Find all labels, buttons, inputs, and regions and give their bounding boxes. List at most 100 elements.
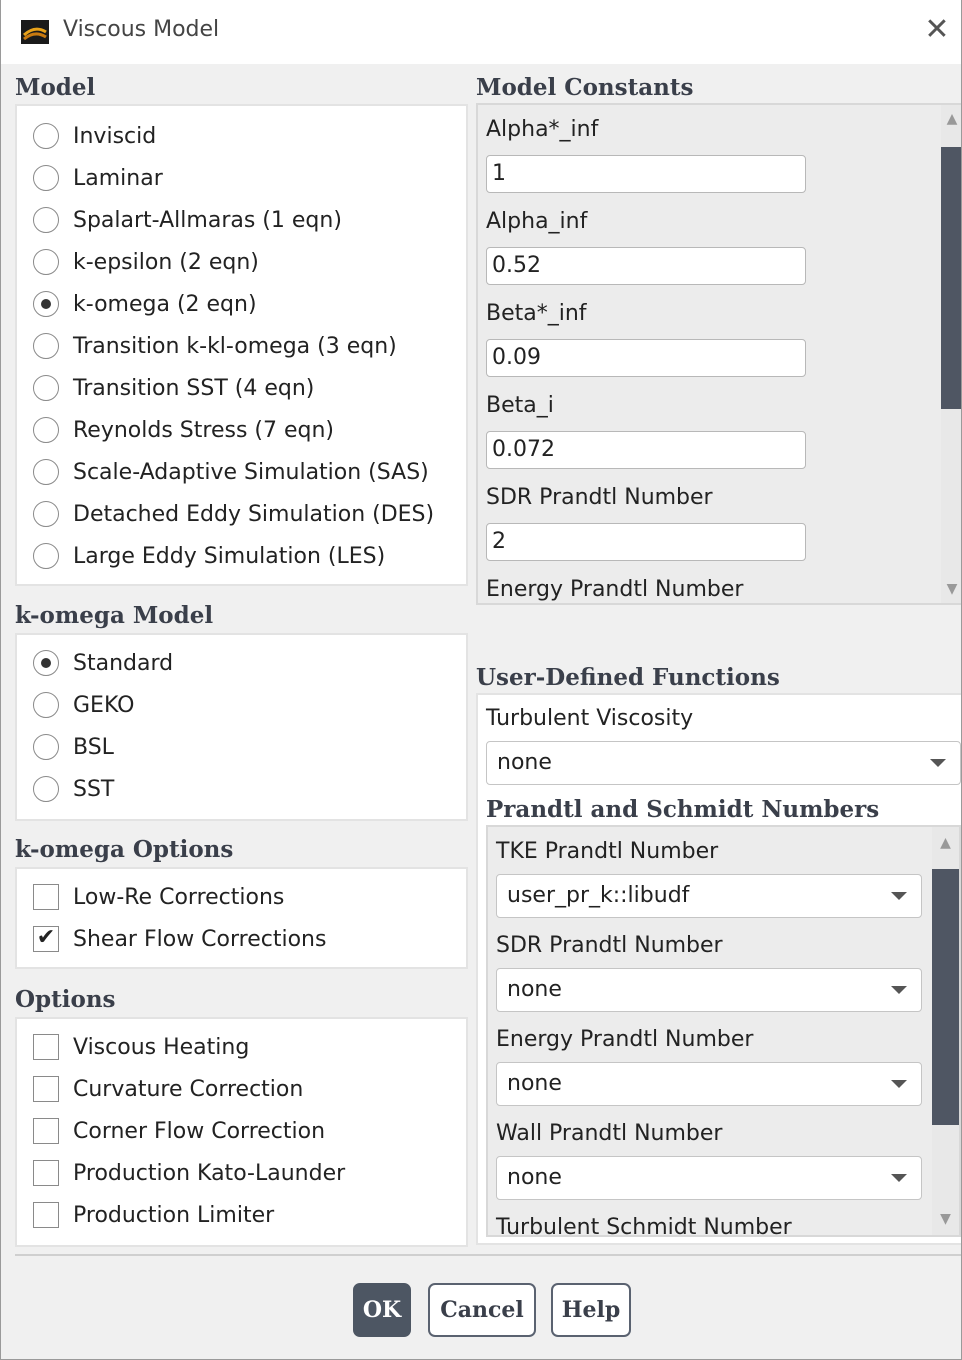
checkbox-production-limiter[interactable]: Production Limiter: [33, 1197, 274, 1233]
sdr-prandtl-input[interactable]: 2: [486, 523, 806, 561]
checkbox-viscous-heating[interactable]: Viscous Heating: [33, 1029, 249, 1065]
sdr-prandtl-dropdown[interactable]: none: [496, 968, 922, 1012]
checkbox[interactable]: [33, 884, 59, 910]
radio-standard[interactable]: Standard: [33, 645, 173, 681]
fluent-app-icon: [21, 20, 49, 44]
checkbox-label: Shear Flow Corrections: [73, 926, 327, 952]
checkbox-curvature-correction[interactable]: Curvature Correction: [33, 1071, 303, 1107]
radio-inviscid[interactable]: Inviscid: [33, 118, 156, 154]
radio-button[interactable]: [33, 123, 59, 149]
radio-label: Scale-Adaptive Simulation (SAS): [73, 459, 429, 485]
prandtl-scrollbar[interactable]: ▲ ▼: [932, 827, 959, 1235]
radio-transition-sst[interactable]: Transition SST (4 eqn): [33, 370, 314, 406]
radio-button[interactable]: [33, 207, 59, 233]
radio-transition-k-kl-omega[interactable]: Transition k-kl-omega (3 eqn): [33, 328, 397, 364]
komega-options-group-title: k-omega Options: [15, 836, 234, 863]
checkbox[interactable]: [33, 1202, 59, 1228]
radio-label: GEKO: [73, 692, 135, 718]
model-constants-scrollbar[interactable]: ▲ ▼: [941, 105, 961, 603]
scrollbar-thumb[interactable]: [932, 869, 959, 1125]
radio-laminar[interactable]: Laminar: [33, 160, 163, 196]
scroll-down-icon[interactable]: ▼: [941, 577, 961, 601]
beta-i-input[interactable]: 0.072: [486, 431, 806, 469]
model-group: Inviscid Laminar Spalart-Allmaras (1 eqn…: [15, 104, 468, 586]
prandtl-schmidt-title: Prandtl and Schmidt Numbers: [486, 796, 880, 823]
viscous-model-dialog: Viscous Model ✕ Model Inviscid Laminar S…: [0, 0, 962, 1360]
radio-bsl[interactable]: BSL: [33, 729, 114, 765]
scrollbar-thumb[interactable]: [941, 147, 961, 409]
wall-prandtl-label: Wall Prandtl Number: [496, 1121, 723, 1146]
komega-options-group: Low-Re Corrections ✔ Shear Flow Correctio…: [15, 867, 468, 969]
dropdown-value: none: [507, 1165, 562, 1190]
options-group-title: Options: [15, 986, 116, 1013]
constant-label: Energy Prandtl Number: [486, 577, 744, 602]
radio-label: k-omega (2 eqn): [73, 291, 257, 317]
radio-reynolds-stress[interactable]: Reynolds Stress (7 eqn): [33, 412, 334, 448]
checkbox-checked[interactable]: ✔: [33, 926, 59, 952]
checkbox-label: Corner Flow Correction: [73, 1118, 326, 1144]
checkbox[interactable]: [33, 1160, 59, 1186]
radio-sas[interactable]: Scale-Adaptive Simulation (SAS): [33, 454, 429, 490]
radio-button[interactable]: [33, 776, 59, 802]
close-icon[interactable]: ✕: [921, 14, 953, 46]
cancel-button[interactable]: Cancel: [428, 1283, 536, 1337]
radio-k-omega[interactable]: k-omega (2 eqn): [33, 286, 257, 322]
help-button[interactable]: Help: [551, 1283, 631, 1337]
energy-prandtl-label: Energy Prandtl Number: [496, 1027, 754, 1052]
checkbox[interactable]: [33, 1034, 59, 1060]
wall-prandtl-dropdown[interactable]: none: [496, 1156, 922, 1200]
radio-les[interactable]: Large Eddy Simulation (LES): [33, 538, 385, 574]
scroll-up-icon[interactable]: ▲: [941, 107, 961, 131]
radio-button-selected[interactable]: [33, 650, 59, 676]
scroll-up-icon[interactable]: ▲: [932, 831, 959, 855]
window-title: Viscous Model: [63, 17, 220, 42]
checkbox[interactable]: [33, 1076, 59, 1102]
scroll-down-icon[interactable]: ▼: [932, 1207, 959, 1231]
checkbox-production-kato-launder[interactable]: Production Kato-Launder: [33, 1155, 345, 1191]
beta-star-inf-input[interactable]: 0.09: [486, 339, 806, 377]
radio-button[interactable]: [33, 543, 59, 569]
radio-button[interactable]: [33, 501, 59, 527]
constant-label: Alpha_inf: [486, 209, 588, 234]
radio-button[interactable]: [33, 734, 59, 760]
dropdown-value: none: [507, 977, 562, 1002]
checkbox-corner-flow-correction[interactable]: Corner Flow Correction: [33, 1113, 325, 1149]
radio-button[interactable]: [33, 417, 59, 443]
radio-button[interactable]: [33, 375, 59, 401]
model-constants-title: Model Constants: [476, 74, 694, 101]
chevron-down-icon: [891, 892, 907, 900]
radio-button[interactable]: [33, 165, 59, 191]
radio-sst[interactable]: SST: [33, 771, 114, 807]
radio-button[interactable]: [33, 333, 59, 359]
radio-label: Laminar: [73, 165, 163, 191]
radio-label: Standard: [73, 650, 174, 676]
alpha-star-inf-input[interactable]: 1: [486, 155, 806, 193]
dropdown-value: none: [497, 750, 552, 775]
radio-label: Transition k-kl-omega (3 eqn): [73, 333, 397, 359]
checkbox-low-re-corrections[interactable]: Low-Re Corrections: [33, 879, 284, 915]
checkbox[interactable]: [33, 1118, 59, 1144]
tke-prandtl-dropdown[interactable]: user_pr_k::libudf: [496, 874, 922, 918]
checkbox-shear-flow-corrections[interactable]: ✔ Shear Flow Corrections: [33, 921, 326, 957]
energy-prandtl-dropdown[interactable]: none: [496, 1062, 922, 1106]
radio-button[interactable]: [33, 249, 59, 275]
radio-des[interactable]: Detached Eddy Simulation (DES): [33, 496, 434, 532]
turbulent-viscosity-dropdown[interactable]: none: [486, 741, 961, 785]
radio-geko[interactable]: GEKO: [33, 687, 135, 723]
ok-button[interactable]: OK: [353, 1283, 411, 1337]
prandtl-schmidt-panel[interactable]: TKE Prandtl Number user_pr_k::libudf SDR…: [486, 825, 961, 1237]
radio-label: Spalart-Allmaras (1 eqn): [73, 207, 342, 233]
options-group: Viscous Heating Curvature Correction Cor…: [15, 1017, 468, 1247]
radio-button[interactable]: [33, 459, 59, 485]
model-group-title: Model: [15, 74, 96, 101]
radio-button-selected[interactable]: [33, 291, 59, 317]
alpha-inf-input[interactable]: 0.52: [486, 247, 806, 285]
model-constants-panel[interactable]: Alpha*_inf 1 Alpha_inf 0.52 Beta*_inf 0.…: [476, 103, 961, 605]
button-separator: [15, 1254, 961, 1256]
radio-spalart-allmaras[interactable]: Spalart-Allmaras (1 eqn): [33, 202, 342, 238]
radio-label: k-epsilon (2 eqn): [73, 249, 259, 275]
radio-button[interactable]: [33, 692, 59, 718]
radio-k-epsilon[interactable]: k-epsilon (2 eqn): [33, 244, 259, 280]
checkbox-label: Low-Re Corrections: [73, 884, 285, 910]
turbulent-schmidt-label: Turbulent Schmidt Number: [496, 1215, 792, 1237]
